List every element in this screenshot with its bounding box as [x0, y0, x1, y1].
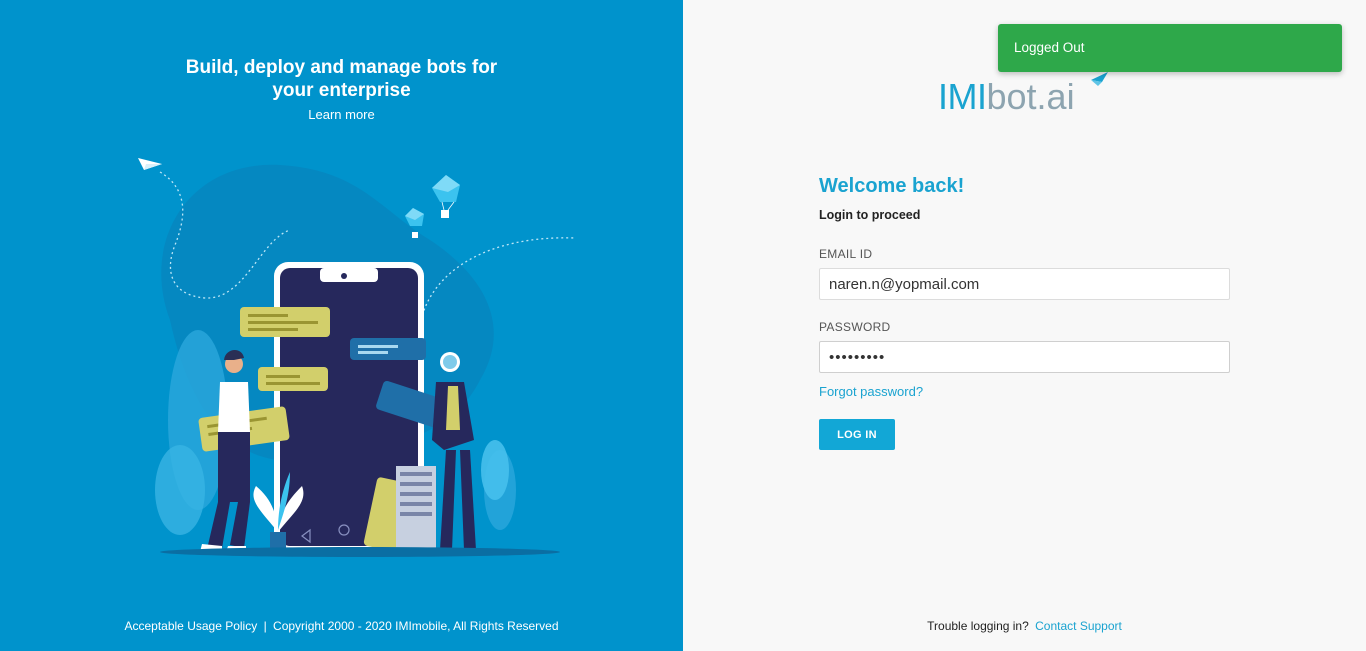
logo-brand-part2: bot.ai: [986, 76, 1075, 117]
welcome-heading: Welcome back!: [819, 175, 965, 197]
login-form: Welcome back! Login to proceed EMAIL ID …: [819, 175, 1230, 450]
trouble-text: Trouble logging in?: [927, 619, 1029, 633]
balloon-icon: [432, 175, 460, 218]
learn-more-container: Learn more: [0, 107, 683, 122]
login-subtitle: Login to proceed: [819, 208, 921, 222]
logo-bird-icon: [1091, 72, 1108, 86]
learn-more-link[interactable]: Learn more: [308, 107, 374, 122]
forgot-password-link[interactable]: Forgot password?: [819, 384, 923, 399]
paper-plane-icon: [138, 158, 162, 170]
right-panel: IMIbot.ai Welcome back! Login to proceed…: [683, 0, 1366, 651]
right-footer: Trouble logging in? Contact Support: [683, 619, 1366, 633]
logo-text: IMIbot.ai: [938, 76, 1075, 118]
logged-out-toast[interactable]: Logged Out: [998, 24, 1342, 72]
left-footer: Acceptable Usage Policy | Copyright 2000…: [0, 619, 683, 633]
password-label: PASSWORD: [819, 320, 891, 334]
copyright-text: Copyright 2000 - 2020 IMImobile, All Rig…: [273, 619, 559, 633]
email-field[interactable]: [819, 268, 1230, 300]
acceptable-usage-policy-link[interactable]: Acceptable Usage Policy: [124, 619, 257, 633]
imibot-logo: IMIbot.ai: [938, 70, 1118, 118]
email-label: EMAIL ID: [819, 247, 873, 261]
bot-illustration: [138, 158, 576, 557]
password-field[interactable]: [819, 341, 1230, 373]
left-panel: Build, deploy and manage bots for your e…: [0, 0, 683, 651]
login-button[interactable]: LOG IN: [819, 419, 895, 450]
contact-support-link[interactable]: Contact Support: [1035, 619, 1122, 633]
hero-title-line2: your enterprise: [272, 80, 411, 101]
hero-title-line1: Build, deploy and manage bots for: [185, 57, 498, 78]
logo-brand-part1: IMI: [938, 76, 987, 117]
footer-separator: |: [260, 619, 271, 633]
hero-title: Build, deploy and manage bots for your e…: [0, 56, 683, 102]
toast-message: Logged Out: [1014, 40, 1085, 55]
